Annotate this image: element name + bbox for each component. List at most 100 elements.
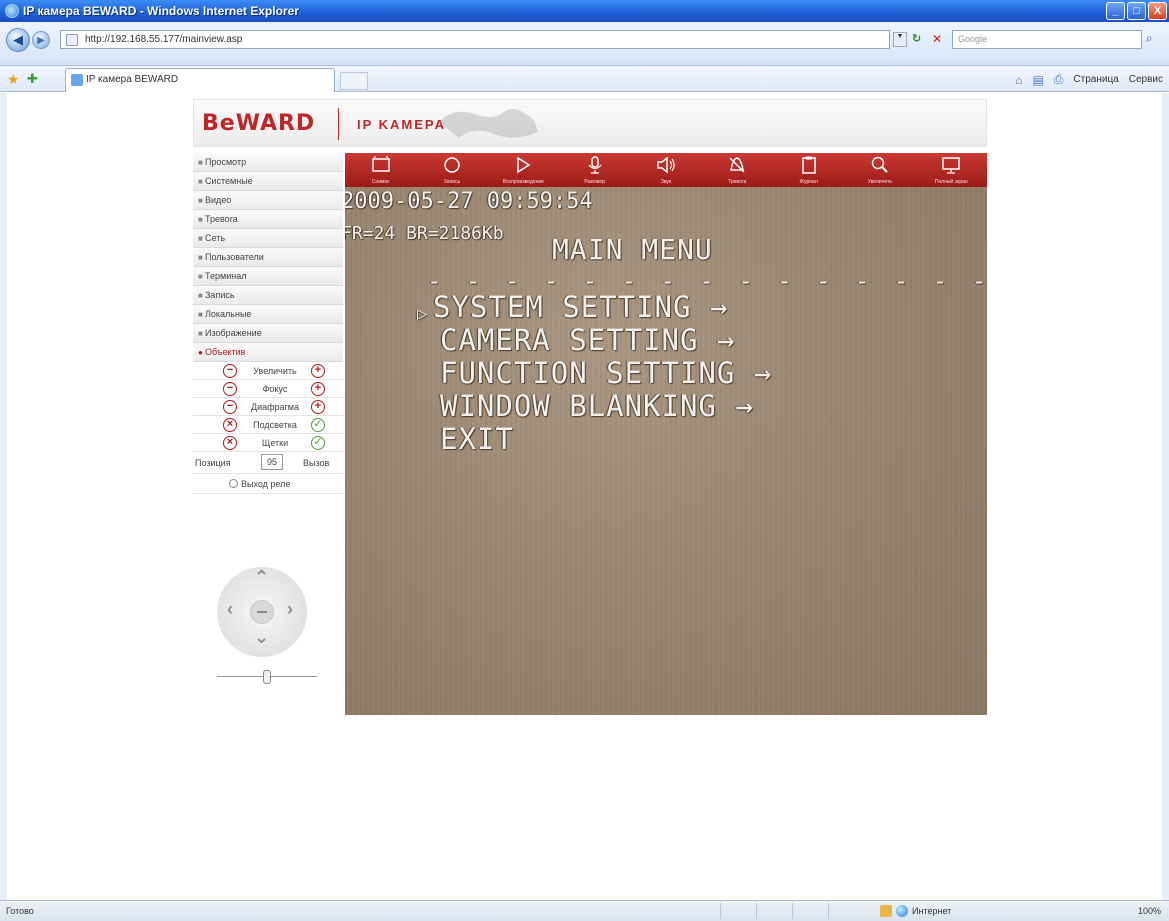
page-content: BeWARD IP KAMEPA ■ Просмотр ■ Системные ■ В… — [0, 93, 1169, 900]
slider-thumb[interactable] — [263, 670, 271, 684]
log-button[interactable]: Журнал — [773, 153, 844, 187]
print-icon[interactable]: ⎙ — [1054, 72, 1064, 87]
address-field[interactable]: http://192.168.55.177/mainview.asp ▼ — [60, 30, 907, 49]
zoom-button[interactable]: Увеличить — [844, 153, 915, 187]
fullscreen-button[interactable]: Полный экран — [916, 153, 987, 187]
toolbar-label: Полный экран — [934, 179, 968, 185]
back-button[interactable]: ◀ — [6, 28, 30, 52]
record-button[interactable]: Запись — [416, 153, 487, 187]
new-tab-button[interactable] — [340, 72, 368, 90]
ie-icon — [5, 4, 19, 18]
sidebar-item-view[interactable]: ■ Просмотр — [193, 153, 343, 172]
camera-header: BeWARD IP KAMEPA — [193, 99, 987, 147]
fullscreen-icon — [942, 157, 961, 174]
ptz-speed-slider[interactable] — [217, 669, 317, 685]
forward-button[interactable]: ▶ — [32, 31, 50, 49]
osd-menu-title: MAIN MENU — [552, 233, 713, 266]
sidebar-item-label: Видео — [205, 195, 232, 205]
search-input[interactable]: Google — [952, 30, 1142, 49]
pan-down-icon[interactable]: ⌄ — [254, 627, 269, 648]
maximize-button[interactable]: □ — [1127, 2, 1146, 20]
sidebar-item-record[interactable]: ■ Запись — [193, 286, 343, 305]
tab-title: IP камера BEWARD — [86, 74, 179, 85]
sound-button[interactable]: Звук — [630, 153, 701, 187]
ptz-home-button[interactable] — [250, 600, 274, 624]
page-menu[interactable]: Страница — [1073, 74, 1118, 85]
sidebar-item-network[interactable]: ■ Сеть — [193, 229, 343, 248]
zoom-level[interactable]: 100% — [1138, 906, 1161, 916]
play-icon — [517, 156, 531, 174]
zoom-in-icon[interactable]: + — [311, 364, 325, 378]
tab-ip-camera[interactable]: IP камера BEWARD — [65, 68, 335, 92]
feeds-icon[interactable]: ▤ — [1032, 73, 1043, 87]
pan-left-icon[interactable]: ‹ — [227, 599, 233, 620]
sidebar-item-terminal[interactable]: ■ Терминал — [193, 267, 343, 286]
light-off-icon[interactable]: × — [223, 418, 237, 432]
wiper-off-icon[interactable]: × — [223, 436, 237, 450]
sidebar-item-lens[interactable]: ● Объектив — [193, 343, 343, 362]
favorites-star-icon[interactable]: ★ — [7, 71, 20, 88]
page-icon — [66, 34, 78, 46]
alarm-button[interactable]: Тревога — [702, 153, 773, 187]
focus-plus-icon[interactable]: + — [311, 382, 325, 396]
tools-menu[interactable]: Сервис — [1129, 74, 1163, 85]
wiper-on-icon[interactable]: ✓ — [311, 436, 325, 450]
sidebar-item-video[interactable]: ■ Видео — [193, 191, 343, 210]
iris-plus-icon[interactable]: + — [311, 400, 325, 414]
lens-label: Увеличить — [253, 366, 297, 376]
window-titlebar: IP камера BEWARD - Windows Internet Expl… — [0, 0, 1169, 22]
sidebar-item-label: Объектив — [205, 347, 246, 357]
address-toolbar: ◀ ▶ http://192.168.55.177/mainview.asp ▼… — [0, 22, 1169, 66]
world-map-icon — [439, 108, 538, 138]
sidebar-item-label: Системные — [205, 176, 253, 186]
video-toolbar: Снимок Запись Воспроизведение Разговор З… — [345, 153, 987, 187]
lock-icon — [880, 905, 892, 917]
refresh-icon[interactable]: ↻ — [912, 32, 928, 47]
sidebar: ■ Просмотр ■ Системные ■ Видео ■ Тревога ■ Се… — [193, 153, 343, 494]
command-bar: ⌂ ▤ ⎙ Страница Сервис — [1015, 72, 1163, 87]
playback-button[interactable]: Воспроизведение — [488, 153, 559, 187]
pan-right-icon[interactable]: › — [287, 599, 293, 620]
osd-timestamp: 2009-05-27 09:59:54 — [345, 189, 593, 214]
stop-icon[interactable]: ✕ — [932, 32, 948, 47]
toolbar-label: Увеличить — [867, 179, 893, 185]
chevron-down-icon[interactable]: ▼ — [893, 32, 907, 47]
sidebar-item-label: Просмотр — [205, 157, 247, 167]
sidebar-item-users[interactable]: ■ Пользователи — [193, 248, 343, 267]
speaker-icon — [657, 156, 675, 174]
video-feed[interactable]: 2009-05-27 09:59:54 FR=24 BR=2186Kb MAIN… — [345, 187, 987, 715]
minimize-button[interactable]: _ — [1106, 2, 1125, 20]
sidebar-item-local[interactable]: ■ Локальные — [193, 305, 343, 324]
focus-minus-icon[interactable]: − — [223, 382, 237, 396]
zoom-out-icon[interactable]: − — [223, 364, 237, 378]
sidebar-item-image[interactable]: ■ Изображение — [193, 324, 343, 343]
ptz-control: ⌃ ⌄ ‹ › — [207, 567, 317, 677]
lens-label: Подсветка — [253, 420, 297, 430]
toolbar-label: Разговор — [584, 179, 606, 185]
sidebar-item-label: Тревога — [205, 214, 238, 224]
call-preset-button[interactable]: Вызов — [303, 458, 329, 468]
close-button[interactable]: X — [1148, 2, 1167, 20]
sidebar-item-alarm[interactable]: ■ Тревога — [193, 210, 343, 229]
tab-page-icon — [71, 74, 83, 86]
iris-minus-icon[interactable]: − — [223, 400, 237, 414]
lens-label: Щетки — [261, 438, 289, 448]
window-title: IP камера BEWARD - Windows Internet Expl… — [23, 4, 299, 18]
search-icon[interactable]: ⌕ — [1146, 31, 1153, 46]
snapshot-button[interactable]: Снимок — [345, 153, 416, 187]
security-zone[interactable]: Интернет — [880, 905, 951, 917]
sidebar-item-system[interactable]: ■ Системные — [193, 172, 343, 191]
position-input[interactable]: 95 — [261, 454, 283, 470]
toolbar-label: Воспроизведение — [502, 179, 544, 185]
toolbar-label: Журнал — [799, 179, 818, 185]
home-icon[interactable]: ⌂ — [1015, 73, 1022, 87]
add-favorite-icon[interactable]: ✚ — [27, 71, 38, 87]
log-icon — [801, 156, 816, 174]
talk-button[interactable]: Разговор — [559, 153, 630, 187]
pan-up-icon[interactable]: ⌃ — [254, 567, 269, 588]
preset-row: Позиция 95 Вызов — [193, 452, 343, 474]
relay-radio[interactable] — [229, 479, 238, 488]
position-label: Позиция — [195, 458, 231, 468]
page-title: IP KAMEPA — [357, 117, 447, 132]
light-on-icon[interactable]: ✓ — [311, 418, 325, 432]
